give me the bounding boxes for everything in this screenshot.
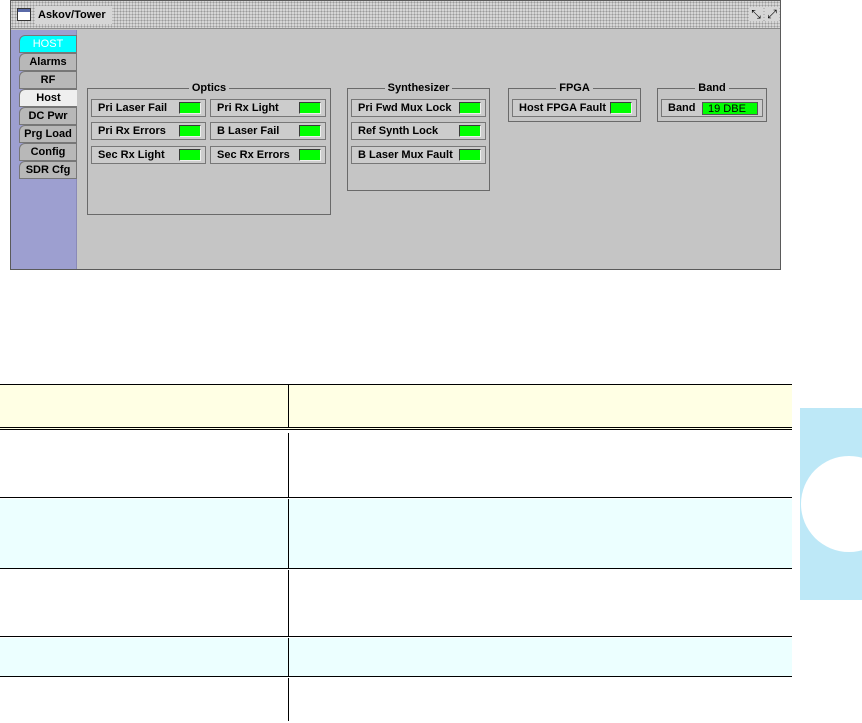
indicator-label: Sec Rx Light (98, 149, 165, 161)
band-value: 19 DBE (702, 102, 758, 115)
table-cell (0, 433, 288, 497)
synthesizer-title: Synthesizer (384, 82, 453, 94)
table-row (0, 433, 792, 498)
window-title: Askov/Tower (35, 6, 112, 24)
status-led (459, 149, 481, 161)
table-row (0, 678, 792, 721)
band-title: Band (695, 82, 729, 94)
tab-prg-load[interactable]: Prg Load (19, 125, 77, 143)
pri-fwd-mux-lock-indicator: Pri Fwd Mux Lock (351, 99, 486, 117)
fpga-title: FPGA (556, 82, 593, 94)
ref-synth-lock-indicator: Ref Synth Lock (351, 122, 486, 140)
tab-sdr-cfg[interactable]: SDR Cfg (19, 161, 77, 179)
table-row (0, 499, 792, 569)
indicator-label: Pri Rx Errors (98, 125, 166, 137)
status-led (299, 125, 321, 137)
b-laser-mux-fault-indicator: B Laser Mux Fault (351, 146, 486, 164)
tab-alarms[interactable]: Alarms (19, 53, 77, 71)
optics-title: Optics (188, 82, 230, 94)
status-led (610, 102, 632, 114)
indicator-label: Pri Rx Light (217, 102, 279, 114)
sec-rx-light-indicator: Sec Rx Light (91, 146, 206, 164)
pri-rx-errors-indicator: Pri Rx Errors (91, 122, 206, 140)
maximize-icon[interactable]: ⤢ (765, 7, 779, 21)
band-label: Band (668, 102, 696, 114)
fpga-group: FPGA Host FPGA Fault (508, 82, 641, 122)
table-cell (0, 678, 288, 721)
indicator-label: Host FPGA Fault (519, 102, 606, 114)
table-cell (288, 570, 792, 636)
status-led (179, 125, 201, 137)
tab-dc-pwr[interactable]: DC Pwr (19, 107, 77, 125)
table-row (0, 638, 792, 677)
tab-rf[interactable]: RF (19, 71, 77, 89)
status-led (179, 102, 201, 114)
table-cell (288, 499, 792, 568)
band-group: Band Band 19 DBE (657, 82, 767, 122)
tab-list: HOST Alarms RF Host DC Pwr Prg Load Conf… (19, 35, 77, 179)
indicator-label: Sec Rx Errors (217, 149, 290, 161)
indicator-label: Ref Synth Lock (358, 125, 439, 137)
table-cell (0, 638, 288, 676)
description-table (0, 384, 792, 721)
title-bar[interactable]: Askov/Tower ⤡ ⤢ (11, 1, 780, 29)
header-cell (288, 385, 792, 427)
table-cell (0, 499, 288, 568)
status-led (459, 125, 481, 137)
pri-rx-light-indicator: Pri Rx Light (210, 99, 326, 117)
indicator-label: Pri Laser Fail (98, 102, 168, 114)
status-led (459, 102, 481, 114)
host-panel: Optics Pri Laser Fail Pri Rx Light Pri R… (77, 30, 778, 267)
table-cell (288, 678, 792, 721)
table-cell (0, 570, 288, 636)
tab-host-upper[interactable]: HOST (19, 35, 77, 53)
application-window: Askov/Tower ⤡ ⤢ HOST Alarms RF Host DC P… (10, 0, 781, 270)
sec-rx-errors-indicator: Sec Rx Errors (210, 146, 326, 164)
status-led (179, 149, 201, 161)
b-laser-fail-indicator: B Laser Fail (210, 122, 326, 140)
table-header (0, 385, 792, 430)
table-cell (288, 433, 792, 497)
minimize-icon[interactable]: ⤡ (749, 7, 763, 21)
host-fpga-fault-indicator: Host FPGA Fault (512, 99, 637, 117)
header-cell (0, 385, 288, 427)
status-led (299, 102, 321, 114)
table-cell (288, 638, 792, 676)
indicator-label: Pri Fwd Mux Lock (358, 102, 452, 114)
optics-group: Optics Pri Laser Fail Pri Rx Light Pri R… (87, 82, 331, 215)
table-row (0, 570, 792, 637)
window-icon (17, 8, 31, 21)
synthesizer-group: Synthesizer Pri Fwd Mux Lock Ref Synth L… (347, 82, 490, 191)
indicator-label: B Laser Fail (217, 125, 280, 137)
status-led (299, 149, 321, 161)
band-display: Band 19 DBE (661, 99, 763, 117)
tab-host[interactable]: Host (19, 89, 77, 107)
indicator-label: B Laser Mux Fault (358, 149, 453, 161)
pri-laser-fail-indicator: Pri Laser Fail (91, 99, 206, 117)
tab-config[interactable]: Config (19, 143, 77, 161)
